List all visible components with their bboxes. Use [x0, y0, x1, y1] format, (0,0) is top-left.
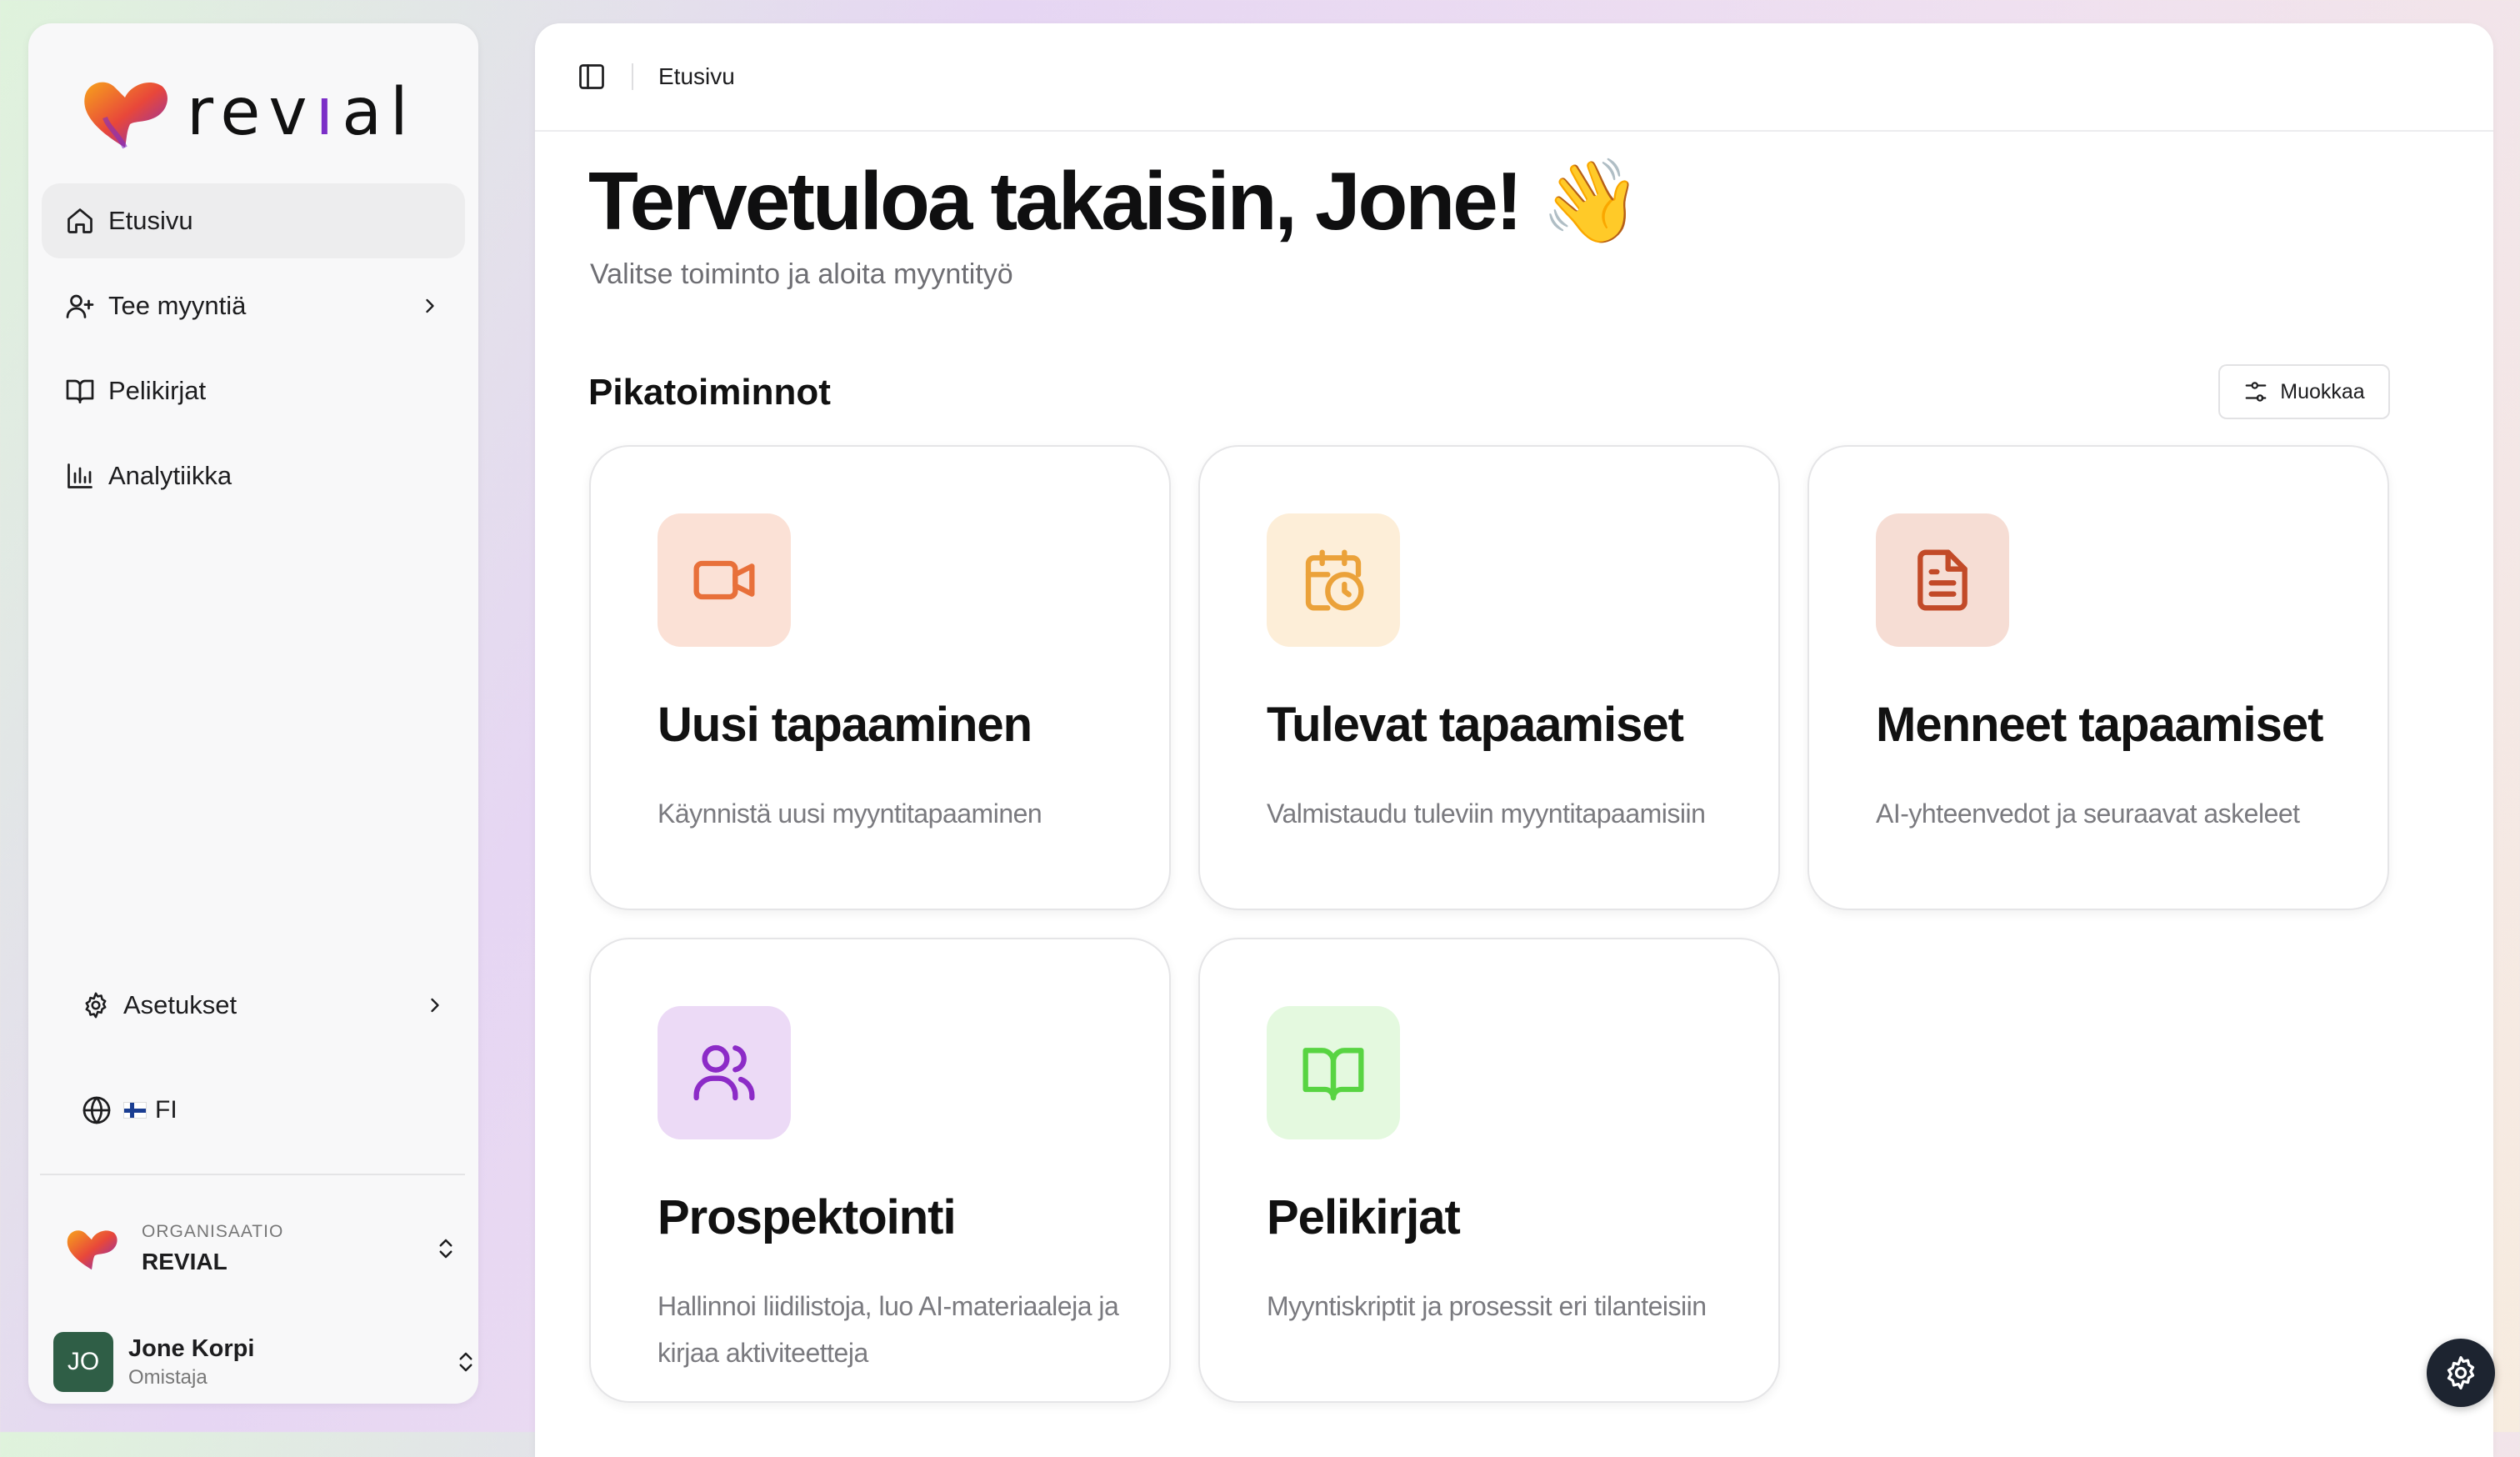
user-role: Omistaja [128, 1365, 208, 1389]
sliders-icon [2243, 379, 2268, 404]
sidebar-divider [40, 1174, 465, 1175]
edit-button[interactable]: Muokkaa [2218, 364, 2390, 419]
language-label: FI [155, 1096, 178, 1124]
card-icon-tile [658, 513, 791, 647]
card-title: Uusi tapaaminen [658, 698, 1032, 752]
sidebar-item-asetukset[interactable]: Asetukset [68, 970, 460, 1040]
gear-icon [82, 991, 110, 1019]
topbar: Etusivu [535, 23, 2493, 132]
card-icon-tile [658, 1006, 791, 1139]
org-text: ORGANISAATIO REVIAL [142, 1222, 433, 1275]
topbar-separator [632, 63, 633, 90]
sidebar-item-label: Etusivu [108, 206, 193, 235]
card-icon-tile [1267, 1006, 1400, 1139]
gear-icon [2447, 1356, 2475, 1389]
bar-chart-icon [65, 461, 95, 491]
user-plus-icon [65, 291, 95, 321]
avatar: JO [53, 1332, 113, 1392]
finland-flag-icon [123, 1102, 147, 1119]
card-description: Hallinnoi liidilistoja, luo AI-materiaal… [658, 1291, 1119, 1368]
organization-switcher[interactable]: ORGANISAATIO REVIAL [62, 1207, 458, 1290]
user-text: Jone Korpi Omistaja [128, 1335, 453, 1389]
quick-action-prospektointi[interactable]: Prospektointi Hallinnoi liidilistoja, lu… [589, 938, 1171, 1403]
brand-logo[interactable]: revıal [75, 67, 417, 158]
chevron-up-down-icon [459, 1352, 472, 1372]
book-open-icon [65, 376, 95, 406]
card-icon-tile [1267, 513, 1400, 647]
sidebar-item-analytiikka[interactable]: Analytiikka [42, 438, 465, 513]
page-subtitle: Valitse toiminto ja aloita myyntityö [590, 258, 1013, 290]
user-menu[interactable]: JO Jone Korpi Omistaja [53, 1329, 478, 1395]
chevron-up-down-icon [439, 1239, 452, 1259]
sidebar-item-label: Tee myyntiä [108, 291, 247, 320]
sidebar-toggle-icon[interactable] [577, 62, 607, 92]
sidebar-item-etusivu[interactable]: Etusivu [42, 183, 465, 258]
quick-action-pelikirjat[interactable]: Pelikirjat Myyntiskriptit ja prosessit e… [1198, 938, 1780, 1403]
card-description: Käynnistä uusi myyntitapaaminen [658, 799, 1042, 829]
user-name: Jone Korpi [128, 1334, 255, 1362]
sidebar-item-label: Analytiikka [108, 461, 232, 490]
main-content: Etusivu Tervetuloa takaisin, Jone! 👋 Val… [535, 23, 2493, 1457]
home-icon [65, 206, 95, 236]
card-description: AI-yhteenvedot ja seuraavat askeleet [1876, 799, 2300, 829]
settings-label: Asetukset [123, 990, 238, 1019]
card-title: Menneet tapaamiset [1876, 698, 2323, 752]
book-open-icon [1302, 1048, 1364, 1101]
breadcrumb: Etusivu [658, 63, 735, 89]
globe-icon [82, 1095, 112, 1125]
sidebar-item-label: Pelikirjat [108, 376, 207, 405]
quick-action-menneet-tapaamiset[interactable]: Menneet tapaamiset AI-yhteenvedot ja seu… [1808, 445, 2389, 910]
card-description: Valmistaudu tuleviin myyntitapaamisiin [1267, 799, 1706, 829]
users-icon [693, 1044, 755, 1101]
heart-logo-icon [84, 82, 168, 149]
section-title: Pikatoiminnot [588, 372, 831, 413]
quick-action-tulevat-tapaamiset[interactable]: Tulevat tapaamiset Valmistaudu tuleviin … [1198, 445, 1780, 910]
video-camera-icon [693, 560, 755, 600]
brand-name: revıal [187, 75, 417, 150]
quick-action-uusi-tapaaminen[interactable]: Uusi tapaaminen Käynnistä uusi myyntitap… [589, 445, 1171, 910]
sidebar-item-pelikirjat[interactable]: Pelikirjat [42, 353, 465, 428]
language-switcher[interactable]: FI [57, 1075, 201, 1145]
chevron-right-icon [431, 998, 439, 1013]
sidebar: revıal Etusivu Tee myyntiä Pelikirjat An… [28, 23, 478, 1404]
floating-settings-button[interactable] [2427, 1339, 2495, 1407]
card-title: Pelikirjat [1267, 1190, 1461, 1244]
card-description: Myyntiskriptit ja prosessit eri tilantei… [1267, 1291, 1707, 1321]
org-caption: ORGANISAATIO [142, 1222, 284, 1241]
edit-button-label: Muokkaa [2280, 379, 2365, 403]
card-icon-tile [1876, 513, 2009, 647]
card-title: Tulevat tapaamiset [1267, 698, 1684, 752]
sidebar-nav: Etusivu Tee myyntiä Pelikirjat Analytiik… [42, 183, 465, 523]
org-name: REVIAL [142, 1249, 228, 1274]
file-text-icon [1918, 549, 1968, 611]
chevron-right-icon [426, 298, 434, 313]
calendar-clock-icon [1305, 549, 1364, 611]
org-logo-icon [67, 1230, 118, 1270]
page-title: Tervetuloa takaisin, Jone! 👋 [588, 155, 1642, 247]
sidebar-item-tee-myyntia[interactable]: Tee myyntiä [42, 268, 465, 343]
card-title: Prospektointi [658, 1190, 957, 1244]
